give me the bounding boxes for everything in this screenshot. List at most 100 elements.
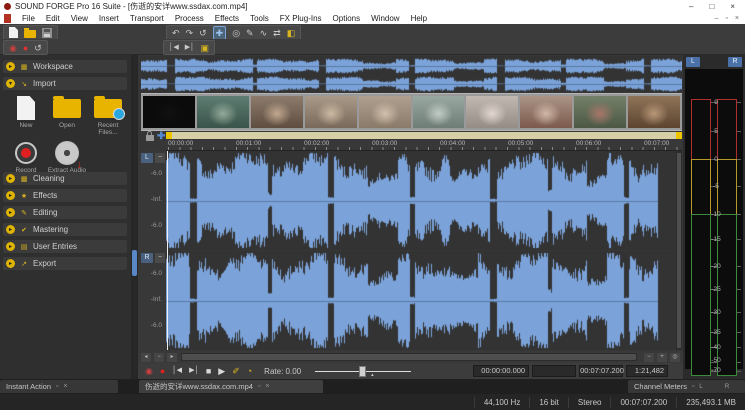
move-cross-icon[interactable]: ✚ xyxy=(157,131,165,142)
close-icon[interactable]: × xyxy=(64,383,68,390)
vertical-scrollbar-thumb[interactable] xyxy=(677,153,681,348)
loop-mode-icon[interactable]: ◔ xyxy=(247,364,252,378)
float-icon[interactable]: ▫ xyxy=(258,383,260,390)
loop-end-marker[interactable] xyxy=(676,132,682,139)
expand-arrow-icon[interactable]: ▸ xyxy=(6,242,15,251)
video-thumbnail[interactable] xyxy=(466,96,518,128)
minimize-button[interactable]: – xyxy=(689,2,693,11)
zoom-out-icon[interactable]: − xyxy=(154,353,164,362)
horizontal-scrollbar[interactable] xyxy=(181,353,637,361)
right-channel-waveform[interactable] xyxy=(166,251,676,350)
stop-icon[interactable]: ■ xyxy=(206,364,211,378)
playback-cursor[interactable] xyxy=(167,151,168,350)
sidebar-section-import[interactable]: ▾ ↘ Import xyxy=(3,77,127,90)
video-thumbnail[interactable] xyxy=(197,96,249,128)
left-channel-minimize-button[interactable]: − xyxy=(155,153,165,163)
video-thumbnail[interactable] xyxy=(574,96,626,128)
menu-help[interactable]: Help xyxy=(411,14,427,23)
zoom-in-time-icon[interactable]: + xyxy=(657,353,667,362)
sidebar-scrollbar[interactable] xyxy=(131,55,138,379)
menu-view[interactable]: View xyxy=(71,14,88,23)
import-tile-record[interactable]: Record xyxy=(6,140,46,174)
meter-right-button[interactable]: R xyxy=(728,57,742,67)
video-thumbnail[interactable] xyxy=(520,96,572,128)
video-thumbnail[interactable] xyxy=(251,96,303,128)
loop-playback-icon[interactable]: ↺ xyxy=(34,42,42,54)
undo-icon[interactable]: ↶ xyxy=(172,27,180,39)
float-icon[interactable]: ▫ xyxy=(56,383,58,390)
import-tile-open[interactable]: Open xyxy=(47,95,87,129)
repeat-icon[interactable]: ↺ xyxy=(199,27,207,39)
sidebar-section-effects[interactable]: ▸ ★ Effects xyxy=(3,189,127,202)
sidebar-section-editing[interactable]: ▸ ✎ Editing xyxy=(3,206,127,219)
video-thumbnail[interactable] xyxy=(143,96,195,128)
save-icon[interactable] xyxy=(42,28,52,38)
end-display[interactable]: 00:07:07.200 xyxy=(579,365,623,377)
sidebar-section-user-entries[interactable]: ▸ ▤ User Entries xyxy=(3,240,127,253)
loop-start-marker[interactable] xyxy=(166,132,172,139)
overview-waveform[interactable] xyxy=(141,56,682,92)
sidebar-section-cleaning[interactable]: ▸ ▩ Cleaning xyxy=(3,172,127,185)
menu-window[interactable]: Window xyxy=(371,14,399,23)
record-icon[interactable]: ● xyxy=(23,42,28,54)
video-thumbnail[interactable] xyxy=(628,96,680,128)
sidebar-scrollbar-thumb[interactable] xyxy=(132,250,137,276)
video-thumbnail[interactable] xyxy=(413,96,465,128)
go-to-start-icon[interactable]: │◀ xyxy=(169,42,179,54)
sidebar-section-export[interactable]: ▸ ↗ Export xyxy=(3,257,127,270)
horizontal-scrollbar-thumb[interactable] xyxy=(182,354,636,360)
record-remote-icon[interactable]: ◉ xyxy=(145,364,153,378)
expand-arrow-icon[interactable]: ▸ xyxy=(6,208,15,217)
expand-arrow-icon[interactable]: ▸ xyxy=(6,191,15,200)
rate-slider[interactable]: ▴ xyxy=(315,365,411,377)
edit-tool-icon[interactable]: ✚ xyxy=(213,26,227,40)
left-channel-button[interactable]: L xyxy=(141,153,153,163)
close-icon[interactable]: × xyxy=(265,383,269,390)
lock-icon[interactable] xyxy=(146,135,154,141)
scroll-right-icon[interactable]: ▸ xyxy=(167,353,177,362)
video-thumbnail[interactable] xyxy=(359,96,411,128)
scroll-left-icon[interactable]: ◂ xyxy=(141,353,151,362)
selection-display[interactable] xyxy=(532,365,576,377)
rate-slider-knob[interactable] xyxy=(359,366,366,377)
expand-arrow-icon[interactable]: ▸ xyxy=(6,225,15,234)
collapse-arrow-icon[interactable]: ▾ xyxy=(6,79,15,88)
sidebar-section-workspace[interactable]: ▸ ▦ Workspace xyxy=(3,60,127,73)
right-channel-button[interactable]: R xyxy=(141,253,153,263)
expand-arrow-icon[interactable]: ▸ xyxy=(6,259,15,268)
expand-arrow-icon[interactable]: ▸ xyxy=(6,62,15,71)
envelope-tool-icon[interactable]: ∿ xyxy=(260,27,268,39)
menu-transport[interactable]: Transport xyxy=(130,14,164,23)
position-display[interactable]: 00:00:00.000 xyxy=(473,365,529,377)
import-tile-new[interactable]: New xyxy=(6,95,46,129)
event-tool-icon[interactable]: ⇄ xyxy=(273,27,281,39)
import-tile-recent-files[interactable]: Recent Files... xyxy=(88,95,128,136)
menu-file[interactable]: File xyxy=(22,14,35,23)
sidebar-section-mastering[interactable]: ▸ ✔ Mastering xyxy=(3,223,127,236)
play-plugin-chain-icon[interactable]: ✐ xyxy=(232,364,240,378)
length-display[interactable]: 1:21,482 xyxy=(626,365,668,377)
record-icon[interactable]: ● xyxy=(160,364,165,378)
play-icon[interactable]: ▶ xyxy=(218,364,225,378)
expand-arrow-icon[interactable]: ▸ xyxy=(6,174,15,183)
instant-action-tab[interactable]: Instant Action ▫ × xyxy=(0,380,118,393)
new-file-icon[interactable] xyxy=(9,27,18,38)
zoom-out-time-icon[interactable]: − xyxy=(644,353,654,362)
close-button[interactable]: × xyxy=(730,2,735,11)
go-to-start-icon[interactable]: │◀ xyxy=(172,364,182,378)
meter-display[interactable]: 9 5 0 -5 -10 -15 -20 -25 -30 -35 -40 -50… xyxy=(685,69,743,369)
time-ruler[interactable]: 00:00:00 00:01:00 00:02:00 00:03:00 00:0… xyxy=(166,140,682,151)
loop-region-bar[interactable] xyxy=(166,132,682,139)
document-tab[interactable]: 伤逝的安详www.ssdax.com.mp4 ▫ × xyxy=(139,380,323,393)
open-file-icon[interactable] xyxy=(24,30,36,38)
menu-fx-plugins[interactable]: FX Plug-Ins xyxy=(280,14,322,23)
right-channel-minimize-button[interactable]: − xyxy=(155,253,165,263)
menu-insert[interactable]: Insert xyxy=(99,14,119,23)
video-thumbnail[interactable] xyxy=(305,96,357,128)
menu-effects[interactable]: Effects xyxy=(215,14,239,23)
magnify-tool-icon[interactable]: ◎ xyxy=(232,27,240,39)
go-to-end-icon[interactable]: ▶│ xyxy=(189,364,199,378)
left-channel-waveform[interactable] xyxy=(166,151,676,250)
child-minimize-button[interactable]: – xyxy=(715,15,719,22)
menu-tools[interactable]: Tools xyxy=(250,14,269,23)
